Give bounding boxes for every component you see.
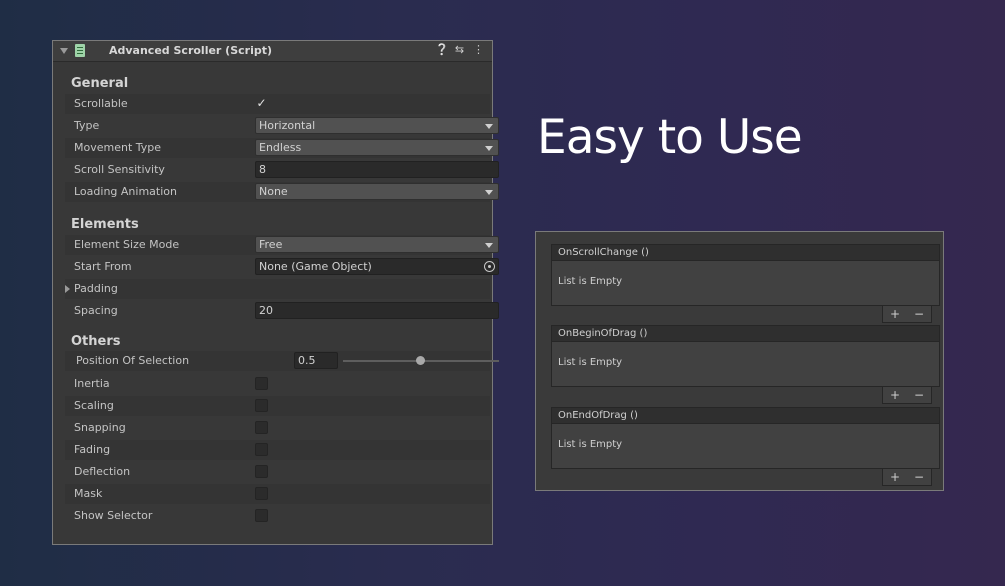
position-of-selection-input[interactable]: 0.5 bbox=[294, 352, 338, 369]
spacing-label: Spacing bbox=[74, 304, 118, 317]
toggle-row: Scaling bbox=[65, 396, 490, 416]
loading-animation-dropdown[interactable]: None bbox=[255, 183, 499, 200]
mask-checkbox[interactable] bbox=[255, 487, 268, 500]
event-header: OnBeginOfDrag () bbox=[551, 325, 940, 342]
help-icon[interactable]: ❔ bbox=[435, 43, 449, 56]
spacing-input[interactable]: 20 bbox=[255, 302, 499, 319]
script-icon bbox=[75, 44, 85, 57]
remove-listener-button[interactable]: − bbox=[914, 307, 924, 321]
remove-listener-button[interactable]: − bbox=[914, 388, 924, 402]
show-selector-label: Show Selector bbox=[74, 509, 153, 522]
movement-type-label: Movement Type bbox=[74, 141, 162, 154]
section-others: Others bbox=[71, 334, 121, 349]
element-size-mode-row: Element Size Mode Free bbox=[65, 235, 499, 255]
toggle-row: Snapping bbox=[65, 418, 490, 438]
add-listener-button[interactable]: + bbox=[890, 470, 900, 484]
headline: Easy to Use bbox=[537, 110, 803, 165]
scrollable-label: Scrollable bbox=[74, 97, 128, 110]
type-row: Type Horizontal bbox=[65, 116, 499, 136]
toggle-row: Show Selector bbox=[65, 506, 490, 526]
empty-list-text: List is Empty bbox=[558, 439, 623, 450]
loading-animation-row: Loading Animation None bbox=[65, 182, 499, 202]
empty-list-text: List is Empty bbox=[558, 357, 623, 368]
empty-list-text: List is Empty bbox=[558, 276, 623, 287]
toggle-row: Fading bbox=[65, 440, 490, 460]
element-size-mode-dropdown[interactable]: Free bbox=[255, 236, 499, 253]
event-body: List is Empty bbox=[551, 342, 940, 387]
event-header: OnEndOfDrag () bbox=[551, 407, 940, 424]
start-from-label: Start From bbox=[74, 260, 132, 273]
event-list: OnBeginOfDrag () List is Empty + − bbox=[551, 325, 940, 404]
start-from-object-field[interactable]: None (Game Object) bbox=[255, 258, 499, 275]
show-selector-checkbox[interactable] bbox=[255, 509, 268, 522]
event-list: OnEndOfDrag () List is Empty + − bbox=[551, 407, 940, 486]
snapping-checkbox[interactable] bbox=[255, 421, 268, 434]
movement-type-dropdown[interactable]: Endless bbox=[255, 139, 499, 156]
fading-checkbox[interactable] bbox=[255, 443, 268, 456]
mask-label: Mask bbox=[74, 487, 103, 500]
component-header[interactable]: Advanced Scroller (Script) ❔ ⇆ ⋮ bbox=[53, 41, 492, 62]
padding-foldout-icon[interactable] bbox=[65, 285, 70, 293]
scrollable-row: Scrollable ✓ bbox=[65, 94, 490, 114]
section-elements: Elements bbox=[71, 217, 139, 232]
padding-label: Padding bbox=[74, 282, 118, 295]
scroll-sensitivity-row: Scroll Sensitivity 8 bbox=[65, 160, 499, 180]
type-label: Type bbox=[74, 119, 100, 132]
toggle-row: Mask bbox=[65, 484, 490, 504]
position-of-selection-row: Position Of Selection 0.5 bbox=[65, 351, 499, 371]
type-dropdown[interactable]: Horizontal bbox=[255, 117, 499, 134]
add-listener-button[interactable]: + bbox=[890, 388, 900, 402]
element-size-mode-label: Element Size Mode bbox=[74, 238, 180, 251]
inertia-label: Inertia bbox=[74, 377, 110, 390]
padding-row[interactable]: Padding bbox=[65, 279, 490, 299]
scroll-sensitivity-label: Scroll Sensitivity bbox=[74, 163, 165, 176]
event-body: List is Empty bbox=[551, 424, 940, 469]
foldout-arrow-icon[interactable] bbox=[60, 48, 68, 54]
event-list: OnScrollChange () List is Empty + − bbox=[551, 244, 940, 323]
event-footer: + − bbox=[882, 306, 932, 323]
scaling-checkbox[interactable] bbox=[255, 399, 268, 412]
kebab-menu-icon[interactable]: ⋮ bbox=[473, 43, 484, 56]
inspector-panel: Advanced Scroller (Script) ❔ ⇆ ⋮ General… bbox=[52, 40, 499, 545]
movement-type-row: Movement Type Endless bbox=[65, 138, 499, 158]
spacing-row: Spacing 20 bbox=[65, 301, 499, 321]
toggle-row: Deflection bbox=[65, 462, 490, 482]
event-footer: + − bbox=[882, 387, 932, 404]
slider-thumb[interactable] bbox=[416, 356, 425, 365]
start-from-value: None (Game Object) bbox=[259, 260, 372, 273]
toggle-row: Inertia bbox=[65, 374, 490, 394]
preset-icon[interactable]: ⇆ bbox=[454, 43, 465, 56]
event-header: OnScrollChange () bbox=[551, 244, 940, 261]
scaling-label: Scaling bbox=[74, 399, 114, 412]
add-listener-button[interactable]: + bbox=[890, 307, 900, 321]
position-of-selection-label: Position Of Selection bbox=[76, 354, 190, 367]
loading-animation-label: Loading Animation bbox=[74, 185, 177, 198]
snapping-label: Snapping bbox=[74, 421, 126, 434]
unity-events-panel: OnScrollChange () List is Empty + − OnBe… bbox=[535, 231, 944, 491]
deflection-label: Deflection bbox=[74, 465, 131, 478]
section-general: General bbox=[71, 76, 129, 91]
object-picker-icon[interactable] bbox=[484, 261, 495, 272]
fading-label: Fading bbox=[74, 443, 111, 456]
start-from-row: Start From None (Game Object) bbox=[65, 257, 499, 277]
remove-listener-button[interactable]: − bbox=[914, 470, 924, 484]
scrollable-checkbox[interactable]: ✓ bbox=[255, 97, 268, 110]
event-body: List is Empty bbox=[551, 261, 940, 306]
scroll-sensitivity-input[interactable]: 8 bbox=[255, 161, 499, 178]
component-title: Advanced Scroller (Script) bbox=[109, 44, 273, 57]
event-footer: + − bbox=[882, 469, 932, 486]
deflection-checkbox[interactable] bbox=[255, 465, 268, 478]
inertia-checkbox[interactable] bbox=[255, 377, 268, 390]
